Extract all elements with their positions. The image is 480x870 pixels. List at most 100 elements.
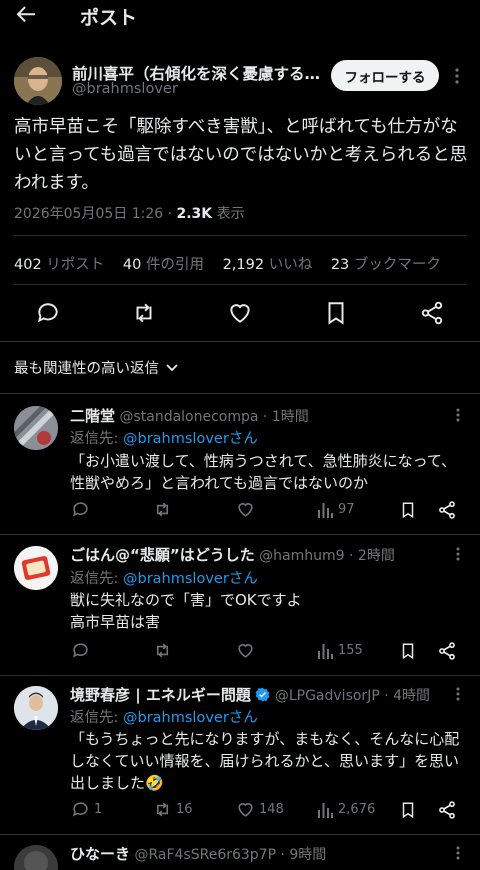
reply-text: 獣に失礼なので「害」でOKですよ 高市早苗は害 [70,591,302,631]
reply-more-button[interactable] [449,843,467,863]
reply-icon [72,802,88,817]
divider [14,235,466,236]
heart-icon [230,304,250,323]
like-button[interactable] [227,300,253,326]
repost-icon [156,502,169,517]
reply-avatar[interactable] [14,845,58,870]
reply-header: 二階堂 @standalonecompa · 1時間 [70,405,309,426]
post-meta: 2026年05月05日 1:26 · 2.3K 表示 [14,203,245,223]
reply-time[interactable]: · 2時間 [345,548,395,564]
reply-author-handle[interactable]: @LPGadvisorJP [275,688,380,704]
arrow-left-icon [16,6,35,22]
reply-more-button[interactable] [449,544,467,564]
verified-badge-icon [256,687,270,702]
reply-author-name[interactable]: 境野春彦 | エネルギー問題 [70,686,251,704]
reply-icon [37,303,58,323]
reply-views-button[interactable]: 155 [317,641,363,660]
heart-icon [238,803,253,817]
reply-author-name[interactable]: 二階堂 [70,407,115,425]
bar-chart-icon [318,644,333,659]
reply-avatar[interactable] [14,406,58,450]
chevron-down-icon [166,363,178,371]
heart-icon [238,644,253,658]
reposts-stat[interactable]: 402 リポスト [14,257,104,273]
divider [0,393,480,394]
reply-reply-button[interactable] [71,500,94,519]
reply-to-user[interactable]: @brahmsloverさん [123,571,258,587]
share-icon [439,501,455,519]
reply-to-user[interactable]: @brahmsloverさん [123,431,258,447]
repost-icon [136,303,152,323]
reply-views-button[interactable]: 97 [317,500,355,519]
reply-bookmark-button[interactable] [399,800,417,820]
author-handle[interactable]: @brahmslover [72,81,178,97]
reply-author-name[interactable]: ひなーき [70,845,130,863]
reply-repost-button[interactable] [153,641,176,660]
divider [0,675,480,676]
back-button[interactable] [14,0,50,30]
reply-bookmark-button[interactable] [399,500,417,520]
reply-time[interactable]: · 4時間 [380,688,430,704]
reply-share-button[interactable] [437,641,457,661]
more-vertical-icon [456,846,460,860]
reply-share-button[interactable] [437,800,457,820]
reply-header: 境野春彦 | エネルギー問題 @LPGadvisorJP · 4時間 [70,684,430,705]
reply-sort-dropdown[interactable]: 最も関連性の高い返信 [14,357,179,378]
divider [0,341,480,342]
more-options-button[interactable] [446,64,468,88]
more-vertical-icon [455,68,459,84]
share-button[interactable] [419,300,445,326]
post-views-label: 表示 [212,206,245,222]
reply-reply-button[interactable] [71,641,94,660]
more-vertical-icon [456,547,460,561]
likes-stat[interactable]: 2,192 いいね [223,257,313,273]
post-stats: 402 リポスト 40 件の引用 2,192 いいね 23 ブックマーク [14,253,455,274]
reply-button[interactable] [35,300,61,326]
repost-icon [156,802,169,817]
reply-time[interactable]: · 1時間 [258,409,309,425]
reply-time[interactable]: · 9時間 [276,847,326,863]
reply-like-button[interactable]: 148 [236,800,284,819]
bookmark-button[interactable] [323,300,349,326]
reply-to-line: 返信先: @brahmsloverさん [70,431,258,447]
post-timestamp[interactable]: 2026年05月05日 1:26 · [14,206,177,222]
divider [14,284,466,285]
follow-button[interactable]: フォローする [331,60,439,91]
reply-icon [72,643,88,658]
reply-header: ごはん@“悲願”はどうした @hamhum9 · 2時間 [70,544,395,565]
reply-repost-button[interactable] [153,500,176,519]
author-avatar[interactable] [14,57,62,105]
share-icon [439,642,455,660]
quotes-stat[interactable]: 40 件の引用 [123,257,204,273]
bookmark-icon [402,502,414,519]
reply-icon [72,502,88,517]
reply-author-name[interactable]: ごはん@“悲願”はどうした [70,546,255,564]
reply-like-button[interactable] [236,500,259,519]
reply-more-button[interactable] [449,405,467,425]
repost-button[interactable] [131,300,157,326]
post-views-count: 2.3K [176,206,213,222]
reply-author-handle[interactable]: @RaF4sSRe6r63p7P [134,847,276,863]
reply-author-handle[interactable]: @standalonecompa [119,409,258,425]
reply-avatar[interactable] [14,686,58,730]
share-icon [421,301,443,325]
bar-chart-icon [318,503,333,518]
reply-to-user[interactable]: @brahmsloverさん [123,710,258,726]
reply-reply-button[interactable]: 1 [71,800,102,819]
heart-icon [238,503,253,517]
reply-share-button[interactable] [437,500,457,520]
page-title: ポスト [80,7,138,29]
reply-text: 「もうちょっと先になりますが、まもなく、そんなに心配 しなくていい情報を、届けら… [70,730,460,792]
reply-bookmark-button[interactable] [399,641,417,661]
reply-like-button[interactable] [236,641,259,660]
reply-avatar[interactable] [14,546,58,590]
repost-icon [156,643,169,658]
reply-author-handle[interactable]: @hamhum9 [259,548,344,564]
divider [0,534,480,535]
reply-to-line: 返信先: @brahmsloverさん [70,710,258,726]
top-bar: ポスト [0,0,480,42]
reply-more-button[interactable] [449,684,467,704]
bookmarks-stat[interactable]: 23 ブックマーク [331,257,441,273]
reply-repost-button[interactable]: 16 [153,800,193,819]
reply-views-button[interactable]: 2,676 [317,800,375,819]
